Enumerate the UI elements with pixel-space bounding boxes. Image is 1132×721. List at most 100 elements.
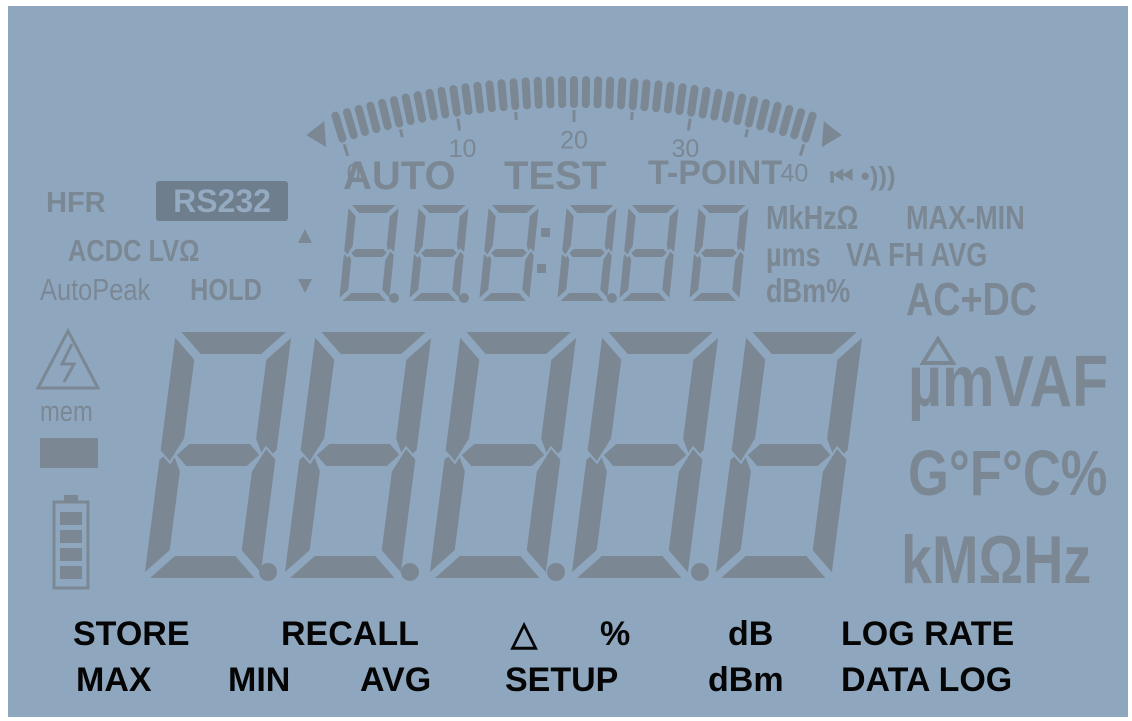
- main-decimal-point: [691, 563, 709, 581]
- bargraph-segment: [473, 81, 485, 114]
- min-annunciator: MIN: [228, 661, 291, 699]
- hold-label: HOLD: [190, 272, 263, 307]
- bargraph-right-arrow: [821, 121, 842, 148]
- bargraph-segment: [767, 101, 782, 134]
- secondary-digit-2-seg-d: [407, 291, 461, 303]
- main-digit-3-seg-g: [458, 442, 548, 468]
- main-units-gfc-label: G°F°C%: [908, 437, 1108, 509]
- minus-sign: [40, 438, 98, 468]
- bargraph-segment: [378, 98, 392, 131]
- max-min-label: MAX-MIN: [906, 199, 1025, 236]
- max-min-annunciator: MAX-MIN: [906, 201, 1051, 234]
- percent-annunciator: %: [600, 615, 631, 653]
- bargraph-segment: [733, 93, 747, 126]
- bargraph-segment: [744, 96, 759, 128]
- main-digit-1-seg-g: [173, 442, 263, 468]
- delta-annunciator: △: [511, 615, 538, 653]
- db-annunciator: dB: [728, 615, 774, 653]
- secondary-decimal-point: [459, 293, 469, 303]
- secondary-digit-2-seg-g: [418, 247, 460, 259]
- battery-terminal: [64, 495, 78, 502]
- bargraph-segment: [721, 91, 735, 123]
- setup-annunciator: SETUP: [505, 661, 619, 699]
- secondary-decimal-point: [607, 293, 617, 303]
- log-rate-annunciator: LOG RATE: [841, 615, 1015, 653]
- bargraph-segment: [401, 93, 415, 126]
- secondary-units-dbm-pct: dBm%: [766, 274, 869, 307]
- secondary-digit-6-seg-g: [698, 247, 740, 259]
- acdc-lv-ohm-label: ACDC LVΩ: [68, 233, 200, 268]
- bargraph-segment: [545, 76, 555, 109]
- bargraph-segment: [756, 98, 770, 131]
- main-decimal-point: [401, 563, 419, 581]
- bargraph-left-arrow: [306, 121, 327, 148]
- bargraph-segment: [485, 80, 496, 113]
- bargraph-segment: [663, 81, 675, 114]
- bargraph-segment: [366, 101, 381, 134]
- main-digit-1-seg-a: [177, 330, 292, 356]
- bargraph-segment: [425, 88, 438, 121]
- bargraph-major-tick: [686, 118, 692, 131]
- bargraph-segment: [497, 79, 508, 112]
- main-digit-5-seg-a: [748, 330, 863, 356]
- secondary-colon-top: [541, 228, 550, 237]
- autopeak-annunciator: AutoPeak: [40, 274, 174, 305]
- bargraph-segment: [616, 77, 627, 110]
- battery-level-bar: [60, 548, 82, 561]
- main-digit-4-seg-d: [571, 554, 686, 580]
- main-digit-5-seg-g: [744, 442, 834, 468]
- recall-annunciator: RECALL: [281, 615, 419, 653]
- ac-plus-dc-label: AC+DC: [906, 273, 1037, 325]
- secondary-digit-1-seg-a: [347, 203, 401, 215]
- secondary-digit-1-seg-d: [337, 291, 391, 303]
- main-units-kmohz-label: kMΩHz: [901, 522, 1092, 598]
- bargraph-segment: [343, 108, 358, 140]
- secondary-digit-1-seg-g: [348, 247, 390, 259]
- lightning-bolt-icon: [59, 343, 77, 383]
- bargraph-segment: [640, 79, 651, 112]
- bargraph-segment: [801, 111, 817, 143]
- bargraph-minor-tick: [514, 112, 518, 121]
- auto-annunciator: AUTO: [343, 154, 456, 198]
- avg-annunciator: AVG: [360, 661, 432, 699]
- secondary-digit-4-seg-a: [565, 203, 619, 215]
- main-digit-4-seg-g: [600, 442, 690, 468]
- secondary-units-ums-label: µms: [766, 236, 821, 273]
- hold-annunciator: HOLD: [190, 274, 278, 305]
- bargraph-segment: [509, 78, 520, 111]
- bargraph-segment: [628, 78, 639, 111]
- battery-level-bar: [60, 530, 82, 543]
- main-digit-3-seg-d: [429, 554, 544, 580]
- store-annunciator: STORE: [73, 615, 190, 653]
- secondary-digit-4-seg-d: [555, 291, 609, 303]
- secondary-digit-3-seg-d: [477, 291, 531, 303]
- secondary-digit-3-seg-g: [488, 247, 530, 259]
- bargraph-segment: [687, 84, 699, 117]
- bargraph-segment: [389, 96, 404, 128]
- main-units-um-vaf: µmVAF: [908, 346, 1128, 418]
- mem-label: mem: [40, 396, 93, 428]
- bargraph-minor-tick: [399, 129, 404, 138]
- bargraph-segment: [413, 91, 427, 123]
- high-voltage-warning-icon: [35, 327, 101, 390]
- secondary-units-mkhz-label: MkHzΩ: [766, 199, 859, 236]
- battery-level-bar: [60, 566, 82, 579]
- main-digit-5-seg-d: [715, 554, 830, 580]
- main-digit-4-seg-a: [604, 330, 719, 356]
- bargraph-segment: [533, 76, 543, 109]
- bargraph-segment: [652, 80, 663, 113]
- bargraph-segment: [778, 104, 794, 137]
- bargraph-segment: [437, 86, 450, 119]
- secondary-units-mkhz-ohm: MkHzΩ: [766, 201, 879, 234]
- bargraph-minor-tick: [630, 112, 634, 121]
- bargraph-segment: [331, 111, 347, 143]
- bargraph-segment: [605, 76, 615, 109]
- bargraph-segment: [698, 86, 711, 119]
- test-annunciator: TEST: [504, 154, 607, 198]
- mem-annunciator: mem: [40, 398, 104, 427]
- bargraph-scale-label: 20: [560, 127, 588, 155]
- main-digit-2-seg-g: [313, 442, 403, 468]
- data-log-annunciator: DATA LOG: [841, 661, 1013, 699]
- max-annunciator: MAX: [76, 661, 152, 699]
- battery-level-bar: [60, 512, 82, 525]
